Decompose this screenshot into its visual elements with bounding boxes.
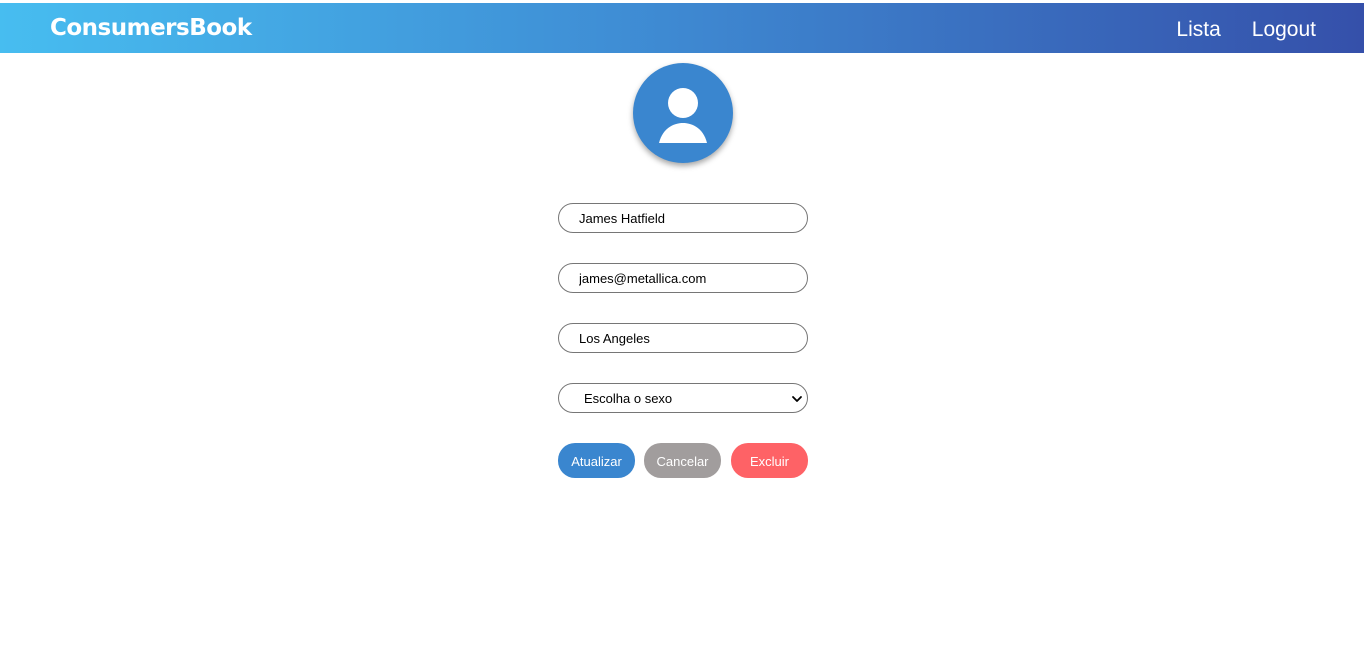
update-button[interactable]: Atualizar xyxy=(558,443,635,478)
delete-button[interactable]: Excluir xyxy=(731,443,808,478)
name-input[interactable] xyxy=(558,203,808,233)
top-navbar: ConsumersBook Lista Logout xyxy=(0,3,1364,53)
chevron-down-icon xyxy=(792,396,802,402)
cancel-button[interactable]: Cancelar xyxy=(644,443,721,478)
brand-logo[interactable]: ConsumersBook xyxy=(50,14,252,42)
nav-links: Lista Logout xyxy=(1176,17,1316,43)
gender-select[interactable]: Escolha o sexo xyxy=(558,383,808,413)
email-input[interactable] xyxy=(558,263,808,293)
city-input[interactable] xyxy=(558,323,808,353)
gender-select-value: Escolha o sexo xyxy=(584,391,673,406)
user-avatar-icon xyxy=(633,63,733,163)
nav-link-lista[interactable]: Lista xyxy=(1176,17,1220,43)
nav-link-logout[interactable]: Logout xyxy=(1252,17,1316,43)
